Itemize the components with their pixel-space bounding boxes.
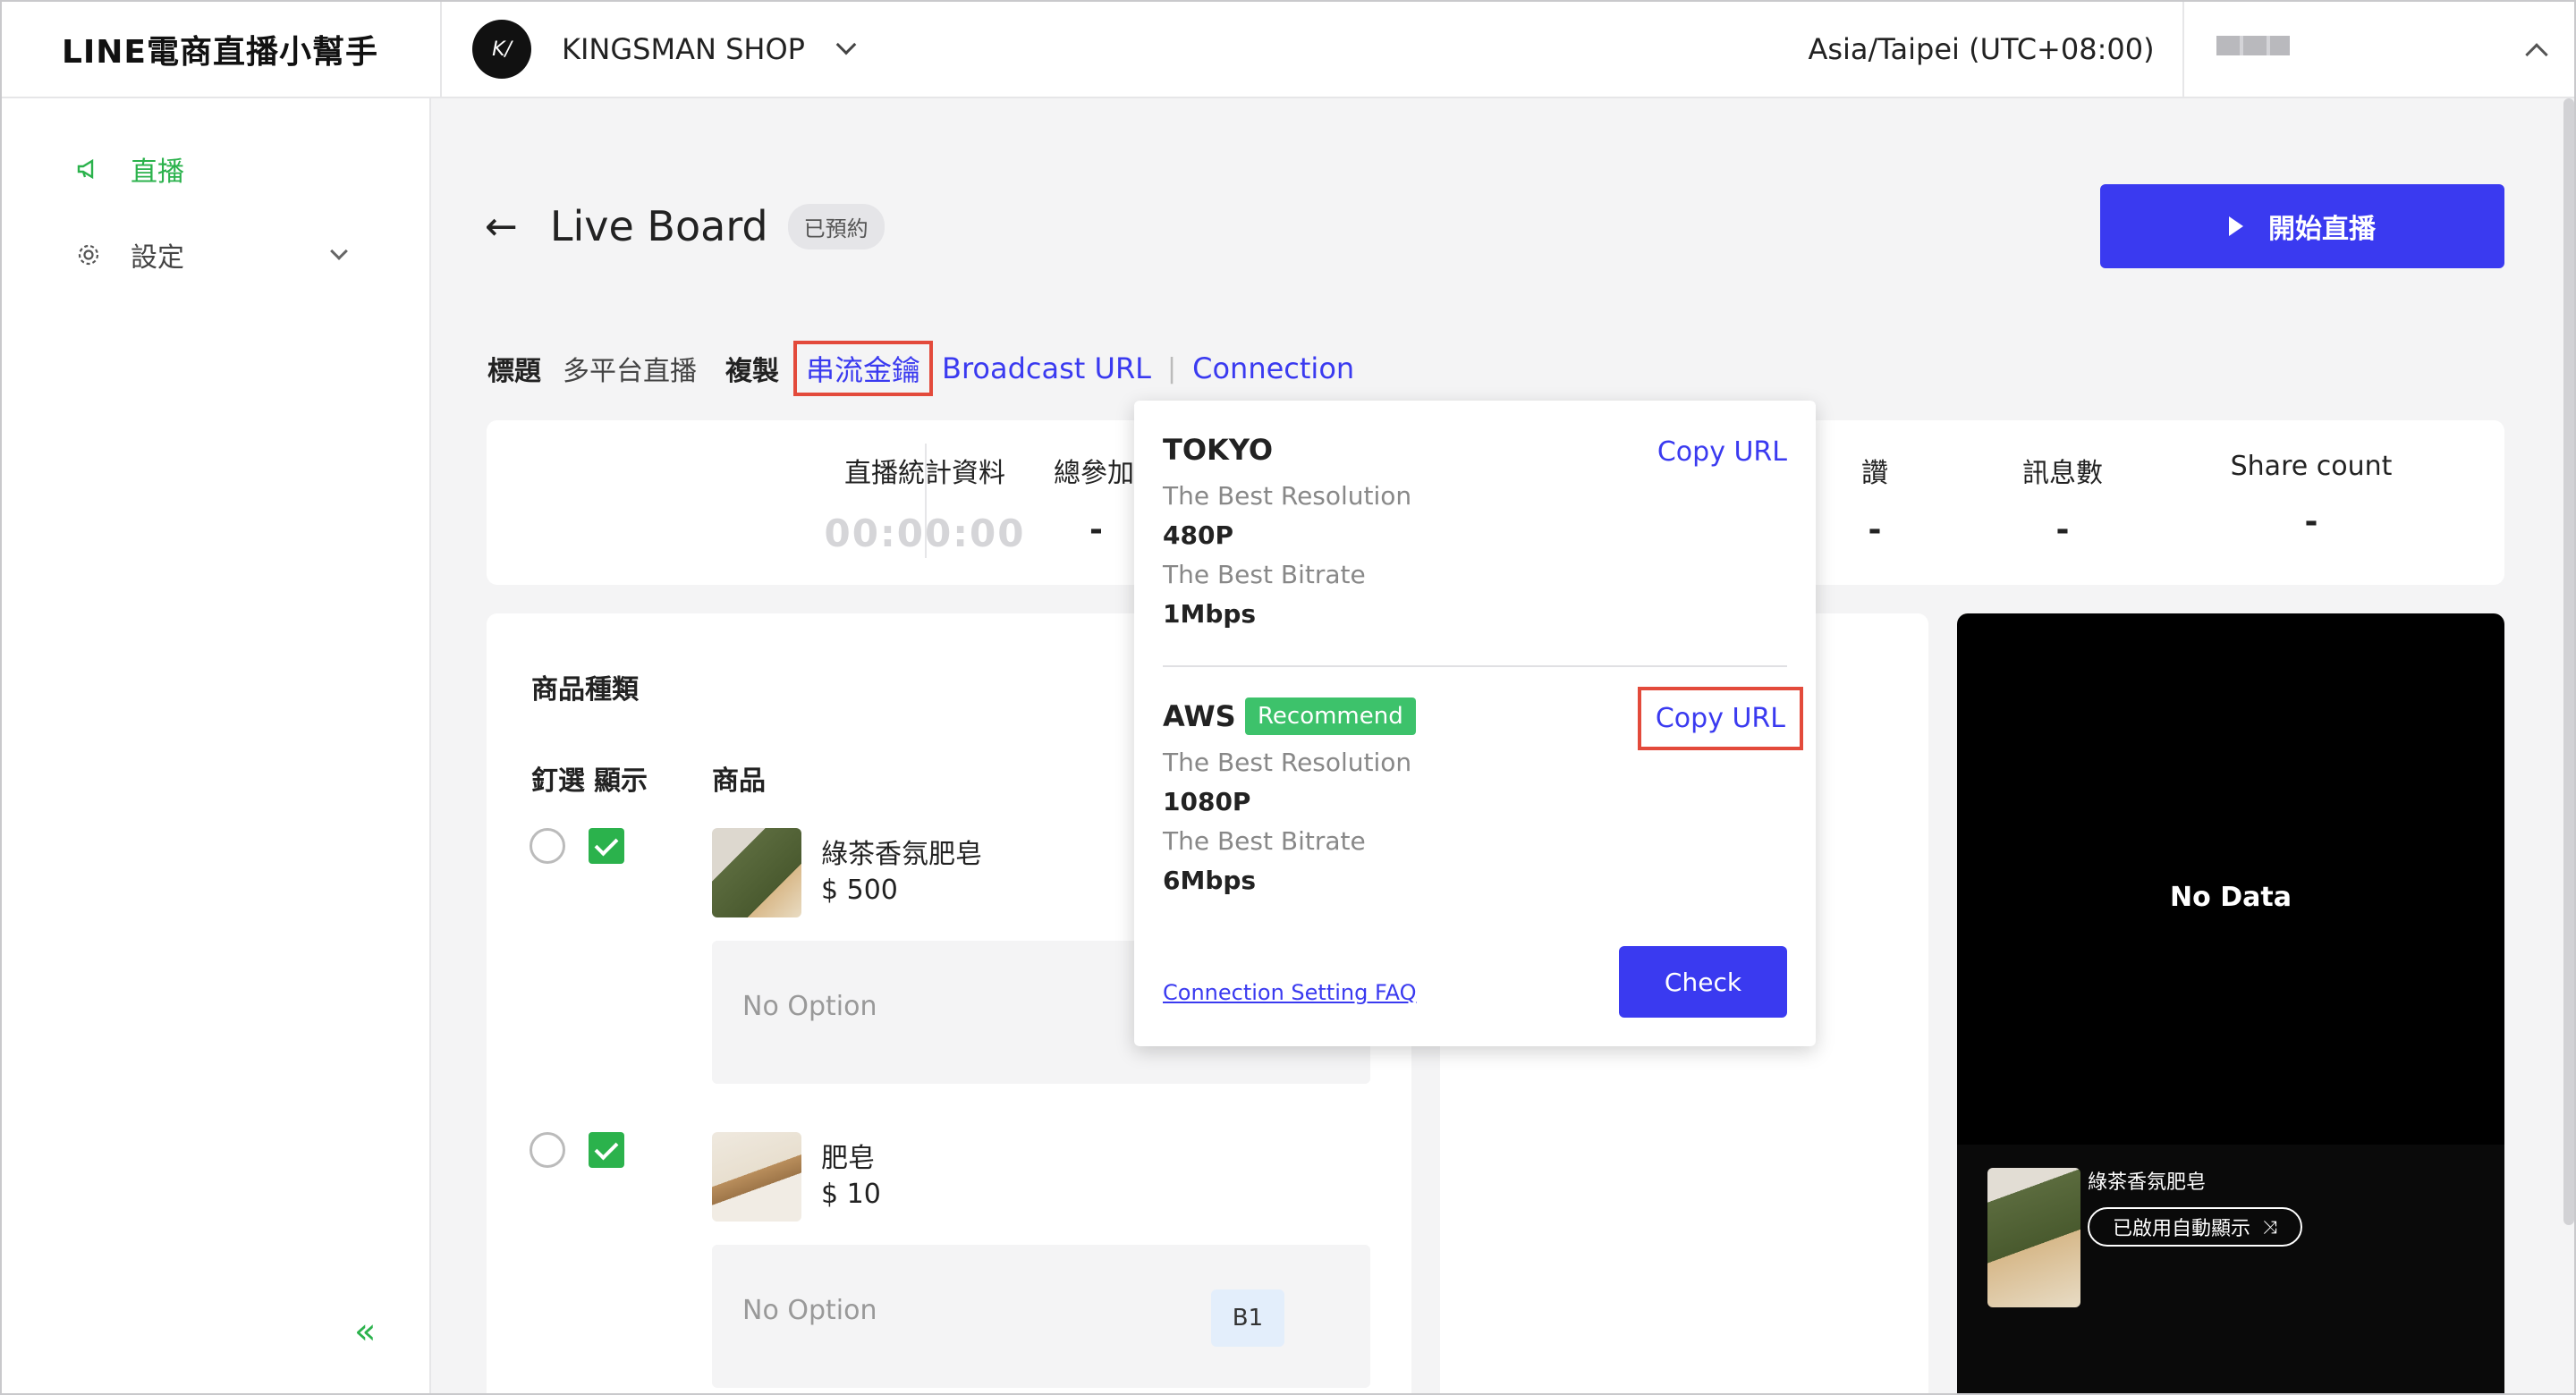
copy-url-button[interactable]: Copy URL xyxy=(1657,436,1787,468)
option-label: No Option xyxy=(742,1295,877,1326)
stat-shares: Share count - xyxy=(2186,451,2436,540)
stat-messages: 訊息數 - xyxy=(1973,451,2152,548)
shop-name: KINGSMAN SHOP xyxy=(562,32,805,66)
resolution-label: The Best Resolution xyxy=(1163,481,1412,511)
server-name: TOKYO xyxy=(1163,433,1274,467)
status-badge: 已預約 xyxy=(787,203,885,249)
product-price: $ 10 xyxy=(821,1179,881,1210)
copy-url-button[interactable]: Copy URL xyxy=(1637,687,1803,750)
timezone-label: Asia/Taipei (UTC+08:00) xyxy=(1780,0,2184,98)
sidebar-item-label: 直播 xyxy=(131,156,184,188)
column-show: 顯示 xyxy=(594,765,648,797)
product-price: $ 500 xyxy=(821,875,898,906)
stat-value: - xyxy=(2055,512,2070,548)
divider: | xyxy=(1167,352,1177,385)
check-button[interactable]: Check xyxy=(1619,946,1787,1018)
no-data-message: No Data xyxy=(2170,882,2292,913)
title-label: 標題 xyxy=(487,356,541,387)
chevron-down-icon xyxy=(330,242,348,260)
copy-stream-key-link[interactable]: 串流金鑰 xyxy=(793,341,934,396)
sidebar-item-label: 設定 xyxy=(131,242,184,274)
preview-product-name: 綠茶香氛肥皂 xyxy=(2088,1171,2207,1194)
app-brand: LINE電商直播小幫手 xyxy=(0,0,442,98)
connection-popup: TOKYO Copy URL The Best Resolution 480P … xyxy=(1134,401,1816,1046)
live-preview: No Data 綠茶香氛肥皂 已啟用自動顯示 ⤨ xyxy=(1957,613,2504,1395)
resolution-value: 480P xyxy=(1163,520,1233,550)
server-name: AWS xyxy=(1163,699,1236,733)
gear-icon xyxy=(77,243,100,266)
chevron-down-icon xyxy=(835,34,857,55)
divider xyxy=(1163,665,1787,667)
stat-value: - xyxy=(2304,503,2318,540)
shop-avatar: K/ xyxy=(472,20,531,79)
divider xyxy=(925,444,927,558)
product-name: 肥皂 xyxy=(821,1143,875,1174)
products-heading: 商品種類 xyxy=(531,674,639,706)
title-value: 多平台直播 xyxy=(563,356,697,387)
page-header: ← Live Board 已預約 xyxy=(485,195,885,258)
scrollbar[interactable] xyxy=(2563,98,2574,1225)
sidebar-item-live[interactable]: 直播 xyxy=(77,147,184,191)
column-pin: 釘選 xyxy=(531,765,585,797)
show-checkbox[interactable] xyxy=(589,1132,624,1168)
product-name: 綠茶香氛肥皂 xyxy=(821,839,982,870)
sidebar-item-settings[interactable]: 設定 xyxy=(77,232,348,277)
bitrate-value: 6Mbps xyxy=(1163,866,1257,895)
pin-radio[interactable] xyxy=(530,828,565,864)
resolution-value: 1080P xyxy=(1163,787,1251,816)
shuffle-icon: ⤨ xyxy=(2263,1216,2278,1238)
column-product: 商品 xyxy=(712,765,766,797)
copy-broadcast-url-link[interactable]: Broadcast URL xyxy=(942,351,1151,385)
bitrate-value: 1Mbps xyxy=(1163,599,1257,629)
chevron-up-icon[interactable] xyxy=(2525,43,2548,66)
connection-faq-link[interactable]: Connection Setting FAQ xyxy=(1163,980,1416,1005)
user-account-menu[interactable] xyxy=(2216,36,2290,55)
shop-switcher[interactable]: K/ KINGSMAN SHOP xyxy=(472,20,857,79)
resolution-label: The Best Resolution xyxy=(1163,748,1412,777)
connection-link[interactable]: Connection xyxy=(1192,351,1354,385)
page-title: Live Board xyxy=(549,202,768,250)
megaphone-icon xyxy=(77,157,100,181)
start-live-button[interactable]: 開始直播 xyxy=(2100,184,2504,268)
sidebar: 直播 設定 « xyxy=(0,98,431,1395)
bitrate-label: The Best Bitrate xyxy=(1163,826,1366,856)
stat-label: 訊息數 xyxy=(2022,458,2103,489)
product-option: No Option B1 xyxy=(712,1245,1370,1388)
stat-label: Share count xyxy=(2230,451,2393,482)
copy-label: 複製 xyxy=(725,356,779,387)
broadcast-meta: 標題 多平台直播 複製 串流金鑰 Broadcast URL | Connect… xyxy=(487,341,1354,396)
bitrate-label: The Best Bitrate xyxy=(1163,560,1366,589)
start-live-label: 開始直播 xyxy=(2268,214,2376,245)
product-thumbnail xyxy=(712,1132,801,1222)
back-arrow-icon[interactable]: ← xyxy=(485,204,518,249)
top-header: LINE電商直播小幫手 K/ KINGSMAN SHOP Asia/Taipei… xyxy=(0,0,2576,98)
preview-product-thumbnail xyxy=(1987,1168,2080,1307)
play-icon xyxy=(2229,216,2243,236)
option-label: No Option xyxy=(742,991,877,1022)
show-checkbox[interactable] xyxy=(589,828,624,864)
pin-radio[interactable] xyxy=(530,1132,565,1168)
product-thumbnail xyxy=(712,828,801,917)
collapse-sidebar-icon[interactable]: « xyxy=(354,1311,376,1352)
option-tag: B1 xyxy=(1211,1289,1284,1347)
auto-show-label: 已啟用自動顯示 xyxy=(2113,1218,2251,1240)
auto-show-toggle[interactable]: 已啟用自動顯示 ⤨ xyxy=(2088,1207,2303,1247)
recommend-badge: Recommend xyxy=(1245,698,1416,735)
